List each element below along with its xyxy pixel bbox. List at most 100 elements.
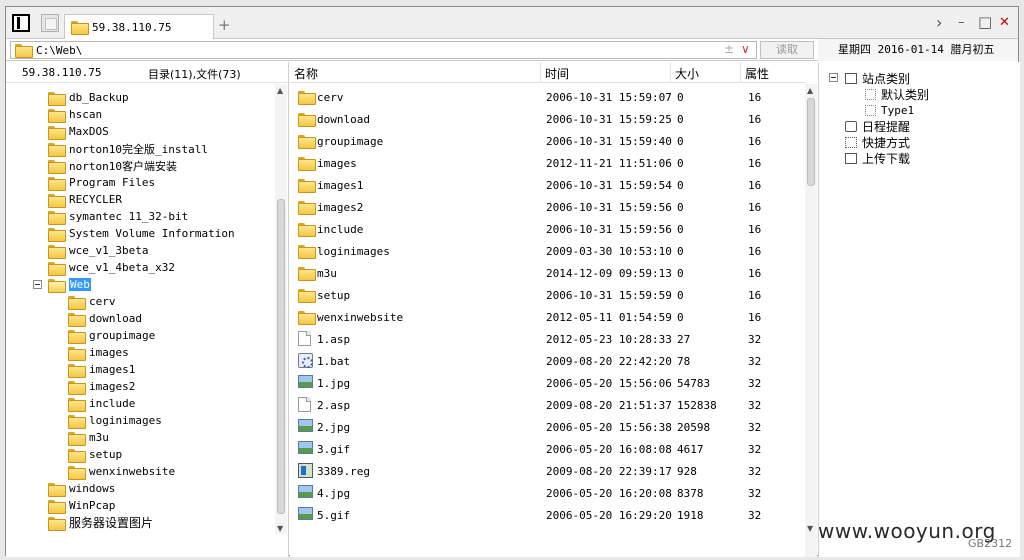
tree-item[interactable]: windows (48, 480, 115, 497)
table-row[interactable]: 2.jpg 2006-05-20 15:56:38 20598 32 (290, 416, 805, 438)
collapse-icon[interactable] (829, 73, 838, 82)
col-header-time[interactable]: 时间 (545, 65, 569, 82)
col-header-name[interactable]: 名称 (294, 65, 318, 82)
tree-item-type1[interactable]: Type1 (865, 102, 914, 118)
table-row[interactable]: include 2006-10-31 15:59:56 0 16 (290, 218, 805, 240)
tree-item[interactable]: m3u (68, 429, 109, 446)
table-row[interactable]: 2.asp 2009-08-20 21:51:37 152838 32 (290, 394, 805, 416)
file-size: 4617 (677, 443, 704, 456)
tree-item[interactable]: RECYCLER (48, 191, 122, 208)
table-row[interactable]: wenxinwebsite 2012-05-11 01:54:59 0 16 (290, 306, 805, 328)
tree-item[interactable]: include (68, 395, 135, 412)
tree-item[interactable]: hscan (48, 106, 102, 123)
plus-minus-icon[interactable]: ± (724, 42, 734, 56)
table-row[interactable]: loginimages 2009-03-30 10:53:10 0 16 (290, 240, 805, 262)
dir-summary: 目录(11),文件(73) (148, 68, 241, 81)
table-row[interactable]: 4.jpg 2006-05-20 16:20:08 8378 32 (290, 482, 805, 504)
table-row[interactable]: groupimage 2006-10-31 15:59:40 0 16 (290, 130, 805, 152)
bat-icon (298, 353, 313, 368)
table-row[interactable]: download 2006-10-31 15:59:25 0 16 (290, 108, 805, 130)
table-row[interactable]: images1 2006-10-31 15:59:54 0 16 (290, 174, 805, 196)
tree-item[interactable]: cerv (68, 293, 116, 310)
tab-host[interactable]: 59.38.110.75 (64, 14, 214, 39)
panel-toggle-button[interactable] (12, 14, 30, 32)
table-row[interactable]: 1.jpg 2006-05-20 15:56:06 54783 32 (290, 372, 805, 394)
file-list-scrollbar-thumb[interactable] (807, 98, 815, 186)
tree-item[interactable]: MaxDOS (48, 123, 109, 140)
col-header-attr[interactable]: 属性 (745, 65, 769, 82)
tree-item[interactable]: images1 (68, 361, 135, 378)
tree-item[interactable]: download (68, 310, 142, 327)
tree-item[interactable]: System Volume Information (48, 225, 235, 242)
folder-icon (68, 397, 86, 412)
file-size: 0 (677, 135, 684, 148)
scroll-down-icon[interactable]: ▼ (277, 524, 283, 533)
folder-icon (68, 363, 86, 378)
col-header-size[interactable]: 大小 (675, 65, 699, 82)
table-row[interactable]: images2 2006-10-31 15:59:56 0 16 (290, 196, 805, 218)
path-input[interactable]: C:\Web\ (10, 41, 757, 59)
file-name: include (317, 223, 364, 236)
tree-item[interactable]: setup (68, 446, 122, 463)
scroll-up-icon[interactable]: ▲ (807, 86, 813, 95)
tree-item[interactable]: Program Files (48, 174, 155, 191)
folder-icon (298, 113, 316, 127)
column-divider[interactable] (540, 62, 541, 83)
table-row[interactable]: 3389.reg 2009-08-20 22:39:17 928 32 (290, 460, 805, 482)
tree-item[interactable]: WinPcap (48, 497, 115, 514)
column-divider[interactable] (740, 62, 741, 83)
tree-item-selected[interactable]: Web (48, 276, 91, 293)
tree-item[interactable]: db_Backup (48, 89, 129, 106)
tree-scrollbar[interactable]: ▲ ▼ (275, 84, 287, 534)
tab-bar: 59.38.110.75 + › – □ ✕ (6, 7, 1018, 39)
folder-icon (68, 414, 86, 429)
minimize-button[interactable]: – (958, 15, 965, 30)
folder-icon (68, 346, 86, 361)
tree-item-shortcuts[interactable]: 快捷方式 (845, 134, 910, 150)
table-row[interactable]: cerv 2006-10-31 15:59:07 0 16 (290, 86, 805, 108)
file-attr: 32 (748, 399, 762, 412)
folder-icon (48, 91, 66, 106)
close-button[interactable]: ✕ (999, 15, 1010, 30)
tree-item[interactable]: wenxinwebsite (68, 463, 175, 480)
table-row[interactable]: m3u 2014-12-09 09:59:13 0 16 (290, 262, 805, 284)
folder-icon (68, 312, 86, 327)
file-attr: 32 (748, 509, 762, 522)
tree-item[interactable]: 服务器设置图片 (48, 514, 153, 531)
collapse-icon[interactable] (33, 280, 42, 289)
tree-item[interactable]: symantec 11_32-bit (48, 208, 188, 225)
table-row[interactable]: 5.gif 2006-05-20 16:29:20 1918 32 (290, 504, 805, 526)
table-row[interactable]: 1.asp 2012-05-23 10:28:33 27 32 (290, 328, 805, 350)
scroll-up-icon[interactable]: ▲ (277, 86, 283, 95)
image-icon (298, 375, 313, 388)
tree-item[interactable]: norton10完全版_install (48, 140, 208, 157)
column-divider[interactable] (670, 62, 671, 83)
new-window-button[interactable] (41, 14, 59, 32)
maximize-button[interactable]: □ (978, 13, 992, 31)
tree-item[interactable]: wce_v1_4beta_x32 (48, 259, 175, 276)
tree-item-transfer[interactable]: 上传下载 (845, 150, 910, 166)
tree-item-default-category[interactable]: 默认类别 (865, 86, 929, 102)
table-row[interactable]: setup 2006-10-31 15:59:59 0 16 (290, 284, 805, 306)
tree-item-schedule[interactable]: 日程提醒 (845, 118, 910, 134)
tree-item[interactable]: images2 (68, 378, 135, 395)
tree-item[interactable]: norton10客户端安装 (48, 157, 177, 174)
add-tab-button[interactable]: + (218, 16, 231, 34)
file-time: 2006-10-31 15:59:56 (546, 223, 672, 236)
scroll-down-icon[interactable]: ▼ (807, 524, 813, 533)
tree-scrollbar-thumb[interactable] (277, 199, 285, 514)
table-row[interactable]: 1.bat 2009-08-20 22:42:20 78 32 (290, 350, 805, 372)
chevron-right-icon[interactable]: › (936, 13, 942, 32)
tree-item[interactable]: wce_v1_3beta (48, 242, 148, 259)
tree-item-site-category[interactable]: 站点类别 (845, 70, 910, 86)
file-name: 3.gif (317, 443, 351, 456)
file-list-scrollbar[interactable]: ▲ ▼ (805, 84, 817, 557)
table-row[interactable]: images 2012-11-21 11:51:06 0 16 (290, 152, 805, 174)
read-button[interactable]: 读取 (760, 41, 814, 59)
category-icon (845, 72, 857, 84)
table-row[interactable]: 3.gif 2006-05-20 16:08:08 4617 32 (290, 438, 805, 460)
dropdown-chevron-icon[interactable]: ∨ (741, 42, 750, 56)
tree-item[interactable]: images (68, 344, 129, 361)
tree-item[interactable]: groupimage (68, 327, 155, 344)
tree-item[interactable]: loginimages (68, 412, 162, 429)
